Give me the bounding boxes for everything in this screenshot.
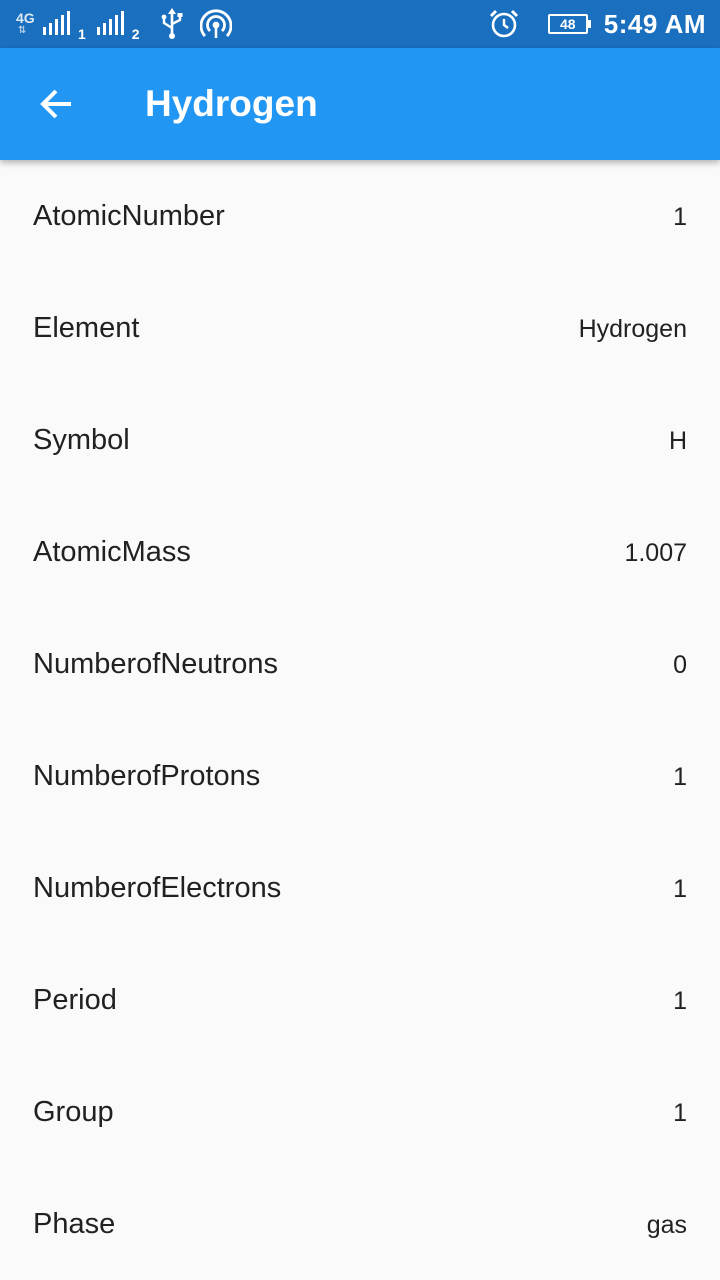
- property-label: NumberofNeutrons: [33, 648, 278, 680]
- sim1-label: 1: [78, 26, 86, 42]
- list-item-number-of-electrons: NumberofElectrons 1: [0, 832, 720, 944]
- hotspot-icon: [199, 9, 232, 38]
- list-item-symbol: Symbol H: [0, 384, 720, 496]
- property-value: Hydrogen: [578, 315, 687, 343]
- property-label: Period: [33, 984, 117, 1016]
- property-list: AtomicNumber 1 Element Hydrogen Symbol H…: [0, 160, 720, 1280]
- list-item-atomic-mass: AtomicMass 1.007: [0, 496, 720, 608]
- property-label: Symbol: [33, 424, 130, 456]
- property-value: 1: [673, 763, 687, 791]
- status-bar: 4G ⇅ 1 2 48 5:49 AM: [0, 0, 720, 48]
- property-value: 1: [673, 1099, 687, 1127]
- signal-icon: [96, 11, 124, 35]
- page-title: Hydrogen: [145, 83, 318, 124]
- list-item-atomic-number: AtomicNumber 1: [0, 160, 720, 272]
- data-activity-icon: ⇅: [18, 25, 27, 36]
- property-value: 1: [673, 987, 687, 1015]
- property-value: 1: [673, 203, 687, 231]
- list-item-number-of-protons: NumberofProtons 1: [0, 720, 720, 832]
- status-left: 4G ⇅ 1 2: [16, 6, 232, 42]
- property-label: Group: [33, 1096, 114, 1128]
- back-button[interactable]: [24, 72, 88, 136]
- alarm-icon: [489, 9, 518, 38]
- property-label: NumberofElectrons: [33, 872, 282, 904]
- status-clock: 5:49 AM: [603, 8, 706, 39]
- property-label: AtomicMass: [33, 536, 191, 568]
- property-value: H: [668, 427, 687, 455]
- usb-icon: [161, 8, 183, 39]
- arrow-back-icon: [40, 89, 71, 119]
- property-label: NumberofProtons: [33, 760, 261, 792]
- list-item-group: Group 1: [0, 1056, 720, 1168]
- list-item-number-of-neutrons: NumberofNeutrons 0: [0, 608, 720, 720]
- network-type-label: 4G: [16, 10, 35, 26]
- property-value: 1: [673, 875, 687, 903]
- property-label: Phase: [33, 1208, 116, 1240]
- list-item-phase: Phase gas: [0, 1168, 720, 1280]
- property-value: 1.007: [624, 539, 687, 567]
- list-item-element: Element Hydrogen: [0, 272, 720, 384]
- property-label: AtomicNumber: [33, 200, 225, 232]
- property-value: 0: [673, 651, 687, 679]
- app-bar: Hydrogen: [0, 48, 720, 160]
- battery-icon: 48: [547, 14, 591, 34]
- network-type-indicator: 4G ⇅: [16, 8, 42, 40]
- sim2-label: 2: [131, 26, 140, 42]
- property-label: Element: [33, 312, 140, 344]
- status-right: 48 5:49 AM: [488, 6, 706, 42]
- list-item-period: Period 1: [0, 944, 720, 1056]
- property-value: gas: [646, 1211, 687, 1239]
- signal-icon: [43, 11, 70, 35]
- battery-level: 48: [559, 16, 576, 32]
